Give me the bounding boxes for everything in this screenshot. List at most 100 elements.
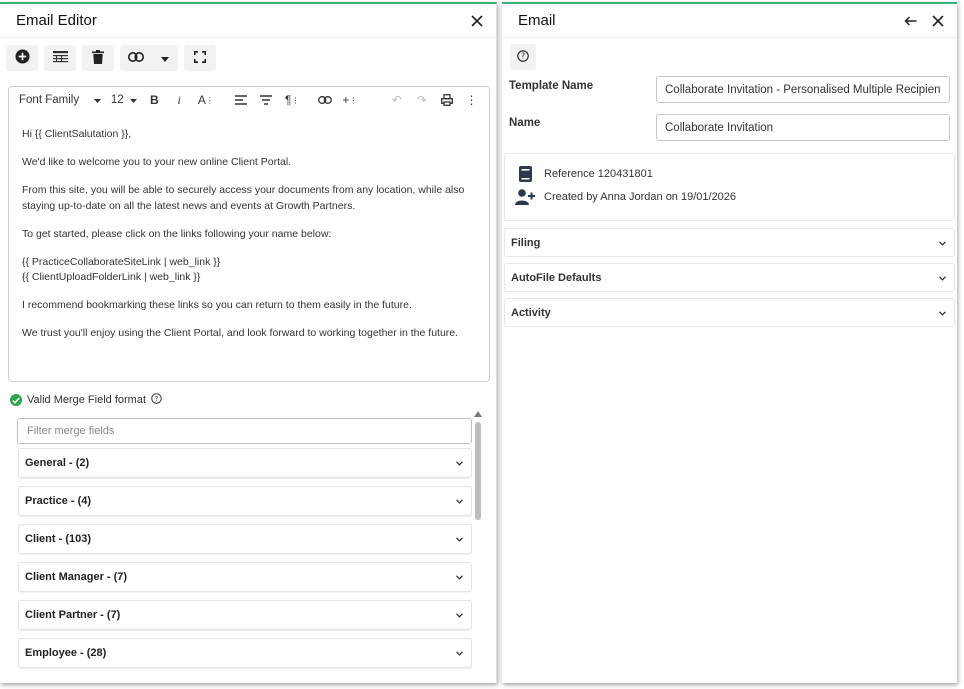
table-layout-icon [52, 50, 68, 66]
email-info-card: Reference 120431801 Created by Anna Jord… [504, 153, 955, 221]
template-name-label: Template Name [509, 80, 594, 92]
body-paragraph: From this site, you will be able to secu… [22, 184, 465, 212]
close-icon[interactable] [929, 12, 947, 30]
name-input[interactable] [656, 114, 950, 141]
merge-category-practice[interactable]: Practice - (4) [18, 486, 472, 516]
scrollbar-thumb[interactable] [475, 422, 481, 520]
body-paragraph: We'd like to welcome you to your new onl… [22, 156, 292, 168]
merge-validation-status: Valid Merge Field format ? [10, 393, 162, 407]
caret-down-icon [129, 94, 137, 106]
help-circle-icon[interactable]: ? [151, 393, 162, 407]
trash-icon [92, 49, 104, 67]
template-name-input[interactable] [656, 76, 950, 103]
caret-down-icon [93, 94, 101, 106]
valid-merge-text: Valid Merge Field format [27, 394, 147, 406]
font-family-select[interactable]: Font Family [19, 94, 101, 106]
reference-row: Reference 120431801 [515, 165, 653, 183]
italic-icon[interactable]: i [172, 92, 187, 108]
section-label: AutoFile Defaults [511, 271, 602, 284]
email-body[interactable]: Hi {{ ClientSalutation }}, We'd like to … [9, 113, 489, 342]
fullscreen-button[interactable] [184, 45, 216, 71]
expand-icon [194, 50, 206, 66]
merge-category-label: Client Partner - (7) [25, 609, 121, 621]
insert-link-icon[interactable] [318, 92, 333, 108]
section-filing[interactable]: Filing [504, 228, 955, 257]
merge-category-general[interactable]: General - (2) [18, 448, 472, 478]
collaborate-site-link-field: {{ PracticeCollaborateSiteLink | web_lin… [22, 255, 221, 268]
merge-category-client-partner[interactable]: Client Partner - (7) [18, 600, 472, 630]
svg-text:?: ? [521, 51, 525, 60]
redo-icon[interactable]: ↷ [414, 92, 429, 108]
body-paragraph: Hi {{ ClientSalutation }}, [22, 128, 132, 140]
add-button[interactable] [6, 45, 38, 71]
plus-circle-icon [14, 49, 30, 67]
upload-folder-link-field: {{ ClientUploadFolderLink | web_link }} [22, 271, 201, 283]
section-label: Activity [511, 306, 551, 319]
delete-button[interactable] [82, 45, 114, 71]
align-center-icon[interactable] [258, 92, 273, 108]
undo-icon[interactable]: ↶ [389, 92, 404, 108]
chevron-down-icon [456, 571, 463, 583]
filter-merge-fields-input[interactable] [17, 418, 472, 444]
chevron-down-icon [456, 457, 463, 469]
merge-category-label: Client - (103) [25, 533, 92, 545]
body-paragraph: To get started, please click on the link… [22, 227, 332, 240]
layout-button[interactable] [44, 45, 76, 71]
email-editor-panel: Email Editor Font Family 12 B i A ⋮ ¶ ⋮ … [0, 2, 497, 683]
back-arrow-icon[interactable] [901, 12, 919, 30]
book-icon [515, 165, 535, 183]
chevron-down-icon [456, 609, 463, 621]
bold-icon[interactable]: B [147, 92, 162, 108]
body-links: {{ PracticeCollaborateSiteLink | web_lin… [22, 255, 476, 286]
link-icon [128, 51, 144, 65]
merge-category-client-manager[interactable]: Client Manager - (7) [18, 562, 472, 592]
editor-main-toolbar [0, 38, 496, 78]
chevron-down-icon [939, 272, 946, 284]
merge-category-label: General - (2) [25, 457, 90, 469]
user-plus-icon [515, 188, 535, 206]
chevron-down-icon [456, 533, 463, 545]
scroll-up-arrow-icon[interactable] [474, 410, 482, 418]
caret-down-icon [161, 51, 169, 65]
merge-category-label: Client Manager - (7) [25, 571, 128, 583]
insert-link-button[interactable] [120, 45, 152, 71]
paragraph-icon[interactable]: ¶ ⋮ [283, 92, 302, 108]
chevron-down-icon [456, 647, 463, 659]
help-button[interactable]: ? [510, 44, 536, 70]
merge-field-categories: General - (2) Practice - (4) Client - (1… [18, 448, 472, 676]
font-size-label: 12 [110, 94, 124, 106]
created-by-text: Created by Anna Jordan on 19/01/2026 [544, 191, 737, 203]
align-left-icon[interactable] [233, 92, 248, 108]
merge-list-scrollbar[interactable] [474, 410, 482, 683]
close-icon[interactable] [468, 12, 486, 30]
section-label: Filing [511, 236, 541, 249]
more-vertical-icon[interactable]: ⋮ [464, 92, 479, 108]
email-details-title: Email [518, 12, 556, 29]
chevron-down-icon [939, 307, 946, 319]
body-paragraph: We trust you'll enjoy using the Client P… [22, 327, 459, 339]
chevron-down-icon [939, 237, 946, 249]
link-button-group [120, 45, 178, 71]
merge-category-client[interactable]: Client - (103) [18, 524, 472, 554]
section-activity[interactable]: Activity [504, 298, 955, 327]
font-family-label: Font Family [19, 94, 80, 106]
help-circle-icon: ? [517, 49, 529, 65]
section-autofile-defaults[interactable]: AutoFile Defaults [504, 263, 955, 292]
merge-category-employee[interactable]: Employee - (28) [18, 638, 472, 668]
email-editor-header: Email Editor [0, 4, 496, 38]
text-size-icon[interactable]: A ⋮ [197, 92, 216, 108]
merge-category-label: Practice - (4) [25, 495, 92, 507]
reference-text: Reference 120431801 [544, 168, 653, 180]
insert-more-icon[interactable]: + ⋮ [342, 92, 357, 108]
font-size-select[interactable]: 12 [111, 94, 137, 106]
chevron-down-icon [456, 495, 463, 507]
link-dropdown-button[interactable] [152, 45, 178, 71]
print-icon[interactable] [439, 92, 454, 108]
name-label: Name [509, 117, 541, 129]
created-by-row: Created by Anna Jordan on 19/01/2026 [515, 188, 736, 206]
email-editor-title: Email Editor [16, 12, 97, 29]
format-toolbar: Font Family 12 B i A ⋮ ¶ ⋮ + ⋮ ↶ ↷ ⋮ [9, 87, 489, 113]
check-circle-icon [10, 394, 22, 406]
rich-text-editor: Font Family 12 B i A ⋮ ¶ ⋮ + ⋮ ↶ ↷ ⋮ Hi … [8, 86, 490, 382]
email-details-header: Email [502, 4, 957, 38]
